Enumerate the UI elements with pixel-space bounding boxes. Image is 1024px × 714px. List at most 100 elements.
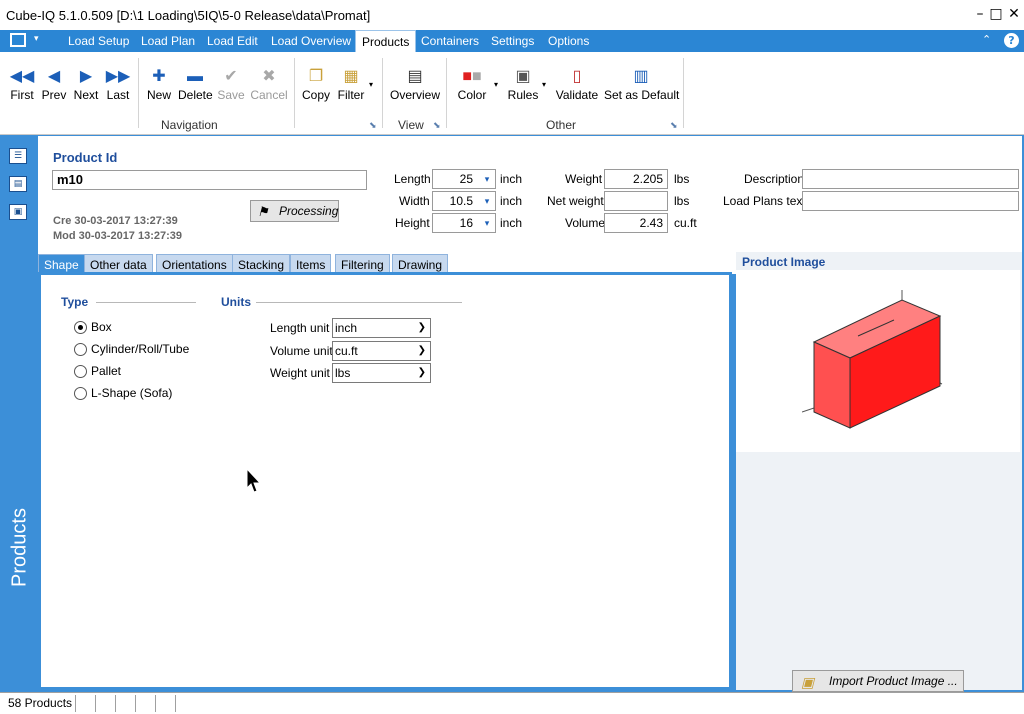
last-button[interactable]: ▶▶ Last <box>104 66 132 102</box>
ribbon-divider <box>138 58 139 128</box>
title-bar: Cube-IQ 5.1.0.509 [D:\1 Loading\5IQ\5-0 … <box>0 0 1024 30</box>
filter-button[interactable]: ▦ Filter <box>334 66 368 102</box>
width-field[interactable]: 10.5 ▾ <box>432 191 496 211</box>
spin-down-icon[interactable]: ▾ <box>481 173 493 185</box>
content-tab-strip: Shape Other data Orientations Stacking I… <box>38 252 736 274</box>
length-unit-select[interactable]: inch ❯ <box>332 318 431 338</box>
copy-button[interactable]: ❐ Copy <box>300 66 332 102</box>
type-divider <box>96 302 196 303</box>
length-field[interactable]: 25 ▾ <box>432 169 496 189</box>
tree-view-icon[interactable]: ☰ <box>9 148 27 164</box>
image-view-icon[interactable]: ▣ <box>9 204 27 220</box>
net-weight-label: Net weight <box>547 194 604 208</box>
volume-unit-select[interactable]: cu.ft ❯ <box>332 341 431 361</box>
maximize-button[interactable]: □ <box>986 4 1006 24</box>
weight-unit-select[interactable]: lbs ❯ <box>332 363 431 383</box>
weight-field[interactable]: 2.205 <box>604 169 668 189</box>
color-button[interactable]: ■■ Color <box>454 66 490 102</box>
save-button[interactable]: ✔ Save <box>216 66 246 102</box>
other-group-label: Other <box>546 118 577 132</box>
next-button[interactable]: ▶ Next <box>72 66 100 102</box>
overview-label: Overview <box>390 88 441 102</box>
help-icon[interactable]: ? <box>1004 33 1019 48</box>
rules-button[interactable]: ▣ Rules <box>506 66 540 102</box>
grid-icon: ▤ <box>407 68 423 85</box>
volume-field[interactable]: 2.43 <box>604 213 668 233</box>
filter-icon: ▦ <box>343 68 359 85</box>
width-value: 10.5 <box>449 194 473 208</box>
processing-button[interactable]: ⚑ Processing <box>250 200 339 222</box>
left-navigation-strip: ☰ ▤ ▣ Products <box>0 136 36 692</box>
first-button[interactable]: ◀◀ First <box>8 66 36 102</box>
tab-load-setup[interactable]: Load Setup <box>68 30 129 52</box>
length-unit-text: inch <box>500 172 523 186</box>
radio-cylinder[interactable] <box>74 343 87 356</box>
list-view-icon[interactable]: ▤ <box>9 176 27 192</box>
prev-button[interactable]: ◀ Prev <box>40 66 68 102</box>
window-title: Cube-IQ 5.1.0.509 [D:\1 Loading\5IQ\5-0 … <box>6 8 371 23</box>
tab-orientations[interactable]: Orientations <box>156 254 233 274</box>
tab-drawing[interactable]: Drawing <box>392 254 449 274</box>
volume-unit-value: cu.ft <box>335 344 358 358</box>
close-button[interactable]: ✕ <box>1004 4 1024 24</box>
load-plans-text-field[interactable] <box>802 191 1019 211</box>
status-cell <box>156 695 176 712</box>
set-as-default-button[interactable]: ▥ Set as Default <box>604 66 679 102</box>
navigation-launcher-icon[interactable]: ⬊ <box>369 121 377 131</box>
tab-settings[interactable]: Settings <box>491 30 534 52</box>
tab-products[interactable]: Products <box>355 30 417 52</box>
tab-load-overview[interactable]: Load Overview <box>271 30 351 52</box>
package-icon: ▣ <box>801 674 815 690</box>
tab-stacking[interactable]: Stacking <box>232 254 291 274</box>
ribbon-divider <box>446 58 447 128</box>
view-launcher-icon[interactable]: ⬊ <box>433 121 441 131</box>
tab-options[interactable]: Options <box>548 30 589 52</box>
filter-label: Filter <box>337 88 365 102</box>
new-button[interactable]: ✚ New <box>144 66 174 102</box>
collapse-ribbon-icon[interactable]: ⌃ <box>982 33 991 46</box>
status-cell <box>0 695 76 712</box>
quick-access-dropdown-icon[interactable]: ▾ <box>34 34 39 44</box>
tab-other-data[interactable]: Other data <box>84 254 153 274</box>
filter-dropdown-icon[interactable]: ▾ <box>369 80 373 89</box>
volume-label: Volume <box>565 216 606 230</box>
tab-load-plan[interactable]: Load Plan <box>141 30 195 52</box>
delete-button[interactable]: ▬ Delete <box>178 66 213 102</box>
tab-items[interactable]: Items <box>290 254 332 274</box>
delete-label: Delete <box>178 88 213 102</box>
color-dropdown-icon[interactable]: ▾ <box>494 80 498 89</box>
overview-button[interactable]: ▤ Overview <box>390 66 440 102</box>
weight-unit-label: Weight unit <box>270 366 330 380</box>
rules-dropdown-icon[interactable]: ▾ <box>542 80 546 89</box>
weight-unit-text: lbs <box>674 172 690 186</box>
first-icon: ◀◀ <box>9 68 35 85</box>
cancel-button[interactable]: ✖ Cancel <box>250 66 288 102</box>
type-section-label: Type <box>61 295 89 309</box>
other-launcher-icon[interactable]: ⬊ <box>670 121 678 131</box>
spin-down-icon[interactable]: ▾ <box>481 195 493 207</box>
chevron-down-icon: ❯ <box>417 322 426 333</box>
status-cell <box>96 695 116 712</box>
ribbon: ◀◀ First ◀ Prev ▶ Next ▶▶ Last ✚ New ▬ Delete … <box>0 52 1024 135</box>
copy-label: Copy <box>301 88 330 102</box>
validate-button[interactable]: ▯ Validate <box>554 66 600 102</box>
radio-box[interactable] <box>74 321 87 334</box>
spin-down-icon[interactable]: ▾ <box>481 217 493 229</box>
length-label: Length <box>394 172 431 186</box>
radio-l-shape[interactable] <box>74 387 87 400</box>
tab-filtering[interactable]: Filtering <box>335 254 390 274</box>
product-id-field[interactable]: m10 <box>52 170 367 190</box>
radio-pallet[interactable] <box>74 365 87 378</box>
app-menu-icon[interactable] <box>10 33 26 47</box>
validate-label: Validate <box>555 88 599 102</box>
created-timestamp: Cre 30-03-2017 13:27:39 <box>53 215 178 227</box>
tab-load-edit[interactable]: Load Edit <box>207 30 258 52</box>
net-weight-field[interactable] <box>604 191 668 211</box>
height-field[interactable]: 16 ▾ <box>432 213 496 233</box>
tab-containers[interactable]: Containers <box>421 30 479 52</box>
description-field[interactable] <box>802 169 1019 189</box>
validate-icon: ▯ <box>572 68 582 85</box>
tab-shape[interactable]: Shape <box>38 254 85 274</box>
import-product-image-button[interactable]: ▣ Import Product Image ... <box>792 670 964 692</box>
rules-label: Rules <box>507 88 539 102</box>
